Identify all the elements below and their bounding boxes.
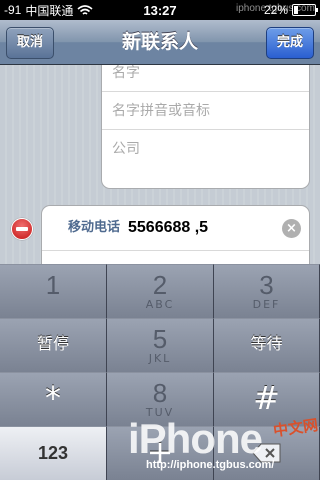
backspace-icon <box>214 443 319 467</box>
phone-keypad: 1 2 ABC 3 DEF 暂停 5 JKL 等待 * 8 TUV # 123 … <box>0 264 320 480</box>
key-5[interactable]: 5 JKL <box>107 318 214 372</box>
name-fields-group: 名字 名字拼音或音标 公司 <box>101 65 310 189</box>
pause-key[interactable]: 暂停 <box>0 318 107 372</box>
first-name-field[interactable]: 名字 <box>102 65 309 92</box>
key-1[interactable]: 1 <box>0 264 107 318</box>
status-bar: -91 中国联通 13:27 22% iphone.tgbus.com <box>0 0 320 20</box>
contact-form: 名字 名字拼音或音标 公司 移动电话 5566688 ,5 × <box>0 65 320 265</box>
phone-row[interactable]: 移动电话 5566688 ,5 × <box>42 206 309 251</box>
key-2[interactable]: 2 ABC <box>107 264 214 318</box>
cancel-button[interactable]: 取消 <box>6 27 55 59</box>
battery-icon <box>292 4 318 16</box>
navigation-bar: 新联系人 取消 完成 <box>0 20 320 65</box>
phone-input[interactable]: 5566688 ,5 <box>128 206 208 250</box>
phone-label[interactable]: 移动电话 <box>42 206 120 250</box>
key-3[interactable]: 3 DEF <box>214 264 320 318</box>
battery-percent: 22% <box>263 3 288 17</box>
delete-field-button[interactable] <box>11 218 33 240</box>
wait-key[interactable]: 等待 <box>214 318 320 372</box>
phonetic-name-field[interactable]: 名字拼音或音标 <box>102 92 309 130</box>
plus-key[interactable]: + <box>107 426 214 480</box>
done-button[interactable]: 完成 <box>265 27 314 59</box>
clear-icon[interactable]: × <box>282 219 301 238</box>
backspace-key[interactable] <box>214 426 320 480</box>
status-right: 22% <box>212 3 318 17</box>
hash-key[interactable]: # <box>214 372 320 426</box>
key-8[interactable]: 8 TUV <box>107 372 214 426</box>
mode-123-key[interactable]: 123 <box>0 426 107 480</box>
company-field[interactable]: 公司 <box>102 130 309 168</box>
star-key[interactable]: * <box>0 372 107 426</box>
phone-fields-group: 移动电话 5566688 ,5 × <box>41 205 310 265</box>
